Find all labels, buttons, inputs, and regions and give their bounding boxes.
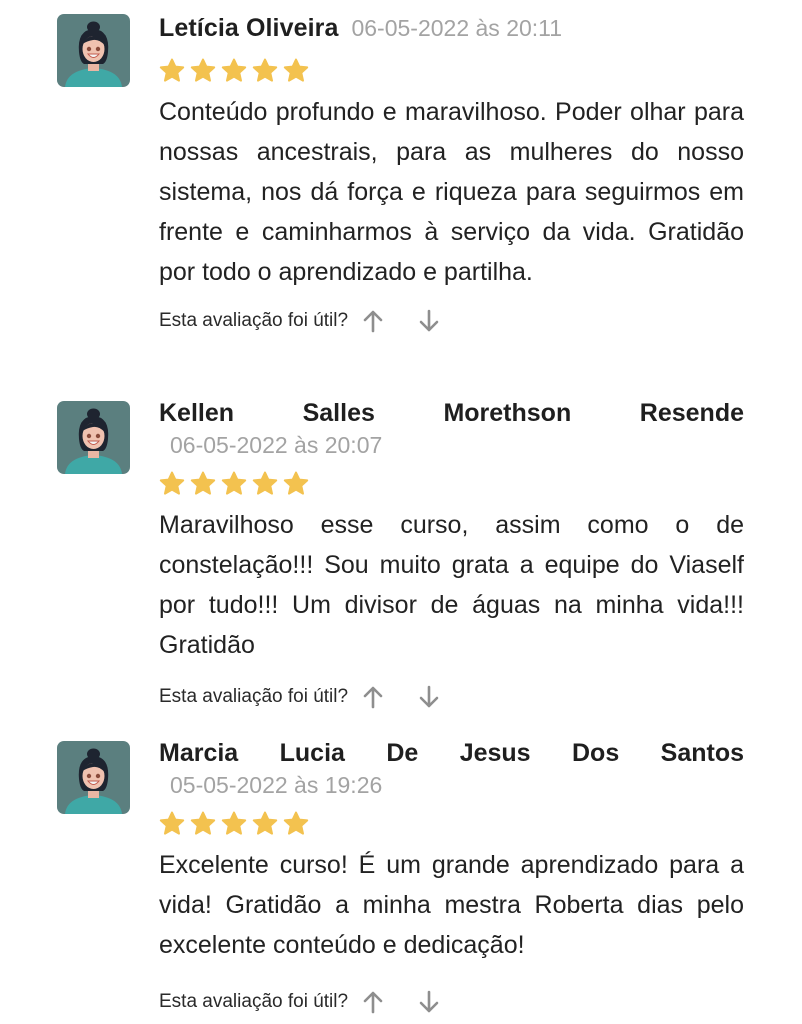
- arrow-down-icon: [419, 309, 439, 332]
- reviewer-name-word: Lucia: [279, 739, 345, 767]
- reviewer-name-word: Salles: [302, 399, 375, 427]
- helpful-row: Esta avaliação foi útil?: [159, 987, 744, 1017]
- star-icon: [252, 471, 278, 496]
- avatar: [57, 401, 130, 474]
- avatar: [57, 14, 130, 87]
- helpful-prompt: Esta avaliação foi útil?: [159, 991, 349, 1012]
- helpful-prompt: Esta avaliação foi útil?: [159, 686, 349, 707]
- reviewer-name: Kellen Salles Morethson Resende: [159, 397, 744, 429]
- arrow-down-icon: [419, 685, 439, 708]
- star-rating: [159, 469, 744, 497]
- review-text: Maravilhoso esse curso, assim como o de …: [159, 511, 744, 659]
- star-icon: [252, 58, 278, 83]
- star-icon: [252, 811, 278, 836]
- arrow-up-icon: [363, 991, 383, 1014]
- reviewer-name-word: Dos: [572, 739, 620, 767]
- upvote-button[interactable]: [358, 306, 388, 336]
- star-icon: [190, 471, 216, 496]
- upvote-button[interactable]: [358, 987, 388, 1017]
- star-icon: [221, 811, 247, 836]
- user-avatar-icon: [57, 741, 130, 814]
- review-date: 06-05-2022 às 20:07: [170, 432, 383, 458]
- helpful-row: Esta avaliação foi útil?: [159, 682, 744, 712]
- arrow-up-icon: [363, 310, 383, 333]
- star-icon: [159, 811, 185, 836]
- user-avatar-icon: [57, 14, 130, 87]
- star-icon: [283, 811, 309, 836]
- reviewer-name: Letícia Oliveira: [159, 14, 339, 42]
- downvote-button[interactable]: [414, 987, 444, 1017]
- star-icon: [283, 471, 309, 496]
- star-icon: [159, 58, 185, 83]
- star-icon: [221, 471, 247, 496]
- user-avatar-icon: [57, 401, 130, 474]
- star-icon: [221, 58, 247, 83]
- downvote-button[interactable]: [414, 682, 444, 712]
- reviewer-name: Marcia Lucia De Jesus Dos Santos: [159, 737, 744, 769]
- star-icon: [159, 471, 185, 496]
- reviewer-name-word: Jesus: [459, 739, 531, 767]
- reviewer-name-word: De: [386, 739, 419, 767]
- reviewer-name-word: Marcia: [159, 739, 239, 767]
- arrow-up-icon: [363, 686, 383, 709]
- avatar: [57, 741, 130, 814]
- review-text: Excelente curso! É um grande aprendizado…: [159, 851, 744, 959]
- review-header: Letícia Oliveira 06-05-2022 às 20:11: [159, 14, 744, 48]
- star-icon: [190, 811, 216, 836]
- helpful-prompt: Esta avaliação foi útil?: [159, 310, 349, 331]
- star-icon: [190, 58, 216, 83]
- review-date: 06-05-2022 às 20:11: [351, 15, 563, 41]
- reviewer-name-word: Kellen: [159, 399, 235, 427]
- star-icon: [283, 58, 309, 83]
- review-text: Conteúdo profundo e maravilhoso. Poder o…: [159, 98, 744, 286]
- downvote-button[interactable]: [414, 306, 444, 336]
- helpful-row: Esta avaliação foi útil?: [159, 306, 744, 336]
- star-rating: [159, 809, 744, 837]
- reviewer-name-word: Resende: [639, 399, 744, 427]
- star-rating: [159, 56, 744, 84]
- review-date: 05-05-2022 às 19:26: [170, 772, 383, 798]
- reviewer-name-word: Morethson: [443, 399, 572, 427]
- arrow-down-icon: [419, 990, 439, 1013]
- upvote-button[interactable]: [358, 682, 388, 712]
- reviewer-name-word: Santos: [660, 739, 744, 767]
